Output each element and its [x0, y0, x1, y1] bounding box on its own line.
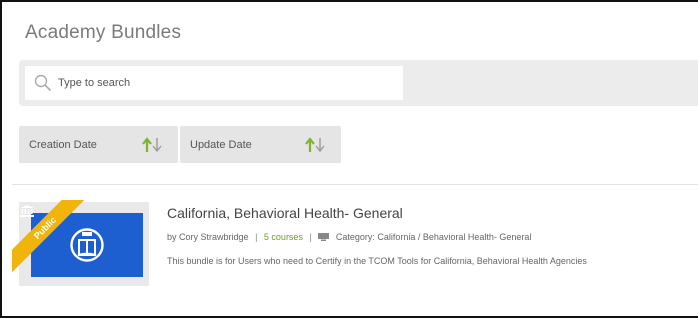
separator: |	[255, 232, 258, 242]
page-title: Academy Bundles	[25, 22, 182, 43]
divider	[12, 184, 698, 185]
category-icon	[318, 233, 330, 241]
sort-update-date-button[interactable]: Update Date	[180, 126, 341, 163]
bundle-title[interactable]: California, Behavioral Health- General	[167, 205, 403, 221]
bundle-description: This bundle is for Users who need to Cer…	[167, 256, 587, 266]
search-panel	[19, 60, 698, 106]
courses-link[interactable]: 5 courses	[264, 232, 303, 242]
app-frame: Academy Bundles Creation Date Update Dat…	[0, 0, 698, 318]
public-ribbon: Public	[12, 200, 92, 280]
sort-arrows-icon	[142, 137, 162, 153]
sort-label: Update Date	[190, 139, 252, 151]
search-icon	[34, 74, 52, 92]
sort-arrows-icon	[305, 137, 325, 153]
separator: |	[309, 232, 312, 242]
search-input[interactable]	[58, 73, 388, 93]
category: Category: California / Behavioral Health…	[335, 232, 532, 242]
sort-creation-date-button[interactable]: Creation Date	[19, 126, 178, 163]
bundle-meta: by Cory Strawbridge | 5 courses | Catego…	[167, 232, 531, 242]
institution-icon	[20, 205, 34, 217]
search-box[interactable]	[25, 66, 403, 100]
author: by Cory Strawbridge	[167, 232, 249, 242]
sort-label: Creation Date	[29, 139, 97, 151]
